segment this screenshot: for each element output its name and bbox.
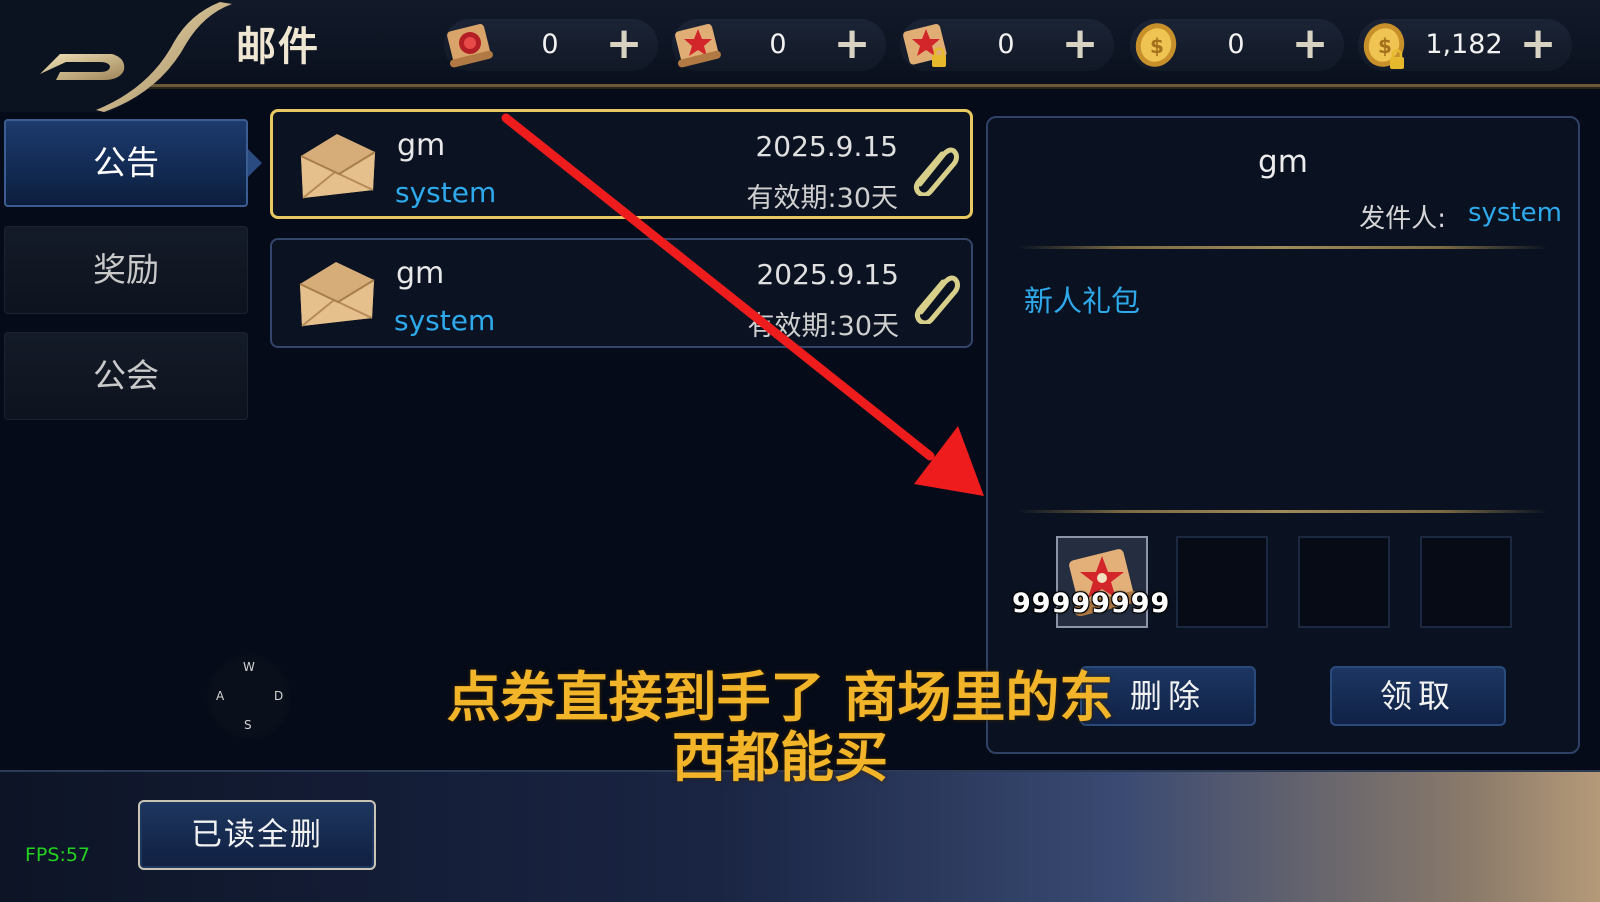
sender-name: system [1468,198,1562,228]
envelope-icon [300,134,376,199]
attachment-slot-empty [1298,536,1390,628]
gold-coin-icon: $ [1135,23,1177,67]
currency-slot-red-scroll: 0 + [444,19,658,71]
svg-text:$: $ [1150,34,1164,58]
currency-value: 0 [997,29,1015,60]
tab-guild[interactable]: 公会 [4,332,248,420]
mail-title: gm [397,128,446,163]
paperclip-icon [913,147,959,196]
currency-value: 0 [769,29,787,60]
attachment-quantity: 99999999 [1012,588,1171,619]
add-currency-button[interactable]: + [1290,21,1330,69]
caption-line: 点券直接到手了 商场里的东 [446,666,1114,729]
caption-line: 西都能买 [672,726,888,789]
locked-gold-coin-icon: $ [1363,23,1405,69]
attachment-slot-empty [1176,536,1268,628]
wasd-joystick[interactable]: W A D S [206,654,292,740]
red-scroll-coupon-icon [447,24,493,68]
mail-date: 2025.9.15 [755,130,898,163]
joystick-up-label: W [243,660,255,674]
back-button[interactable] [0,0,240,112]
currency-value: 0 [1227,29,1245,60]
claim-button[interactable]: 领取 [1330,666,1506,726]
add-currency-button[interactable]: + [1060,21,1100,69]
currency-value: 1,182 [1425,29,1503,60]
mail-expiry: 有效期:30天 [746,183,898,214]
attachment-slot-empty [1420,536,1512,628]
mail-list-item[interactable]: gm system 2025.9.15 有效期:30天 [270,238,973,348]
mail-expiry: 有效期:30天 [747,311,899,342]
add-currency-button[interactable]: + [1518,21,1558,69]
delete-all-read-button[interactable]: 已读全删 [138,800,376,870]
svg-text:$: $ [1378,34,1392,58]
paperclip-icon [914,275,960,324]
tab-rewards[interactable]: 奖励 [4,226,248,314]
joystick-down-label: S [244,718,252,732]
mail-body: 新人礼包 [1024,284,1141,318]
annotation-caption: 点券直接到手了 商场里的东 西都能买 [420,668,1140,788]
detail-title: gm [1258,144,1308,180]
joystick-right-label: D [274,689,284,703]
mail-sender: system [394,304,496,337]
currency-value: 0 [541,29,559,60]
currency-slot-gold-coin: $ 0 + [1130,19,1344,71]
tab-announcement[interactable]: 公告 [4,119,262,207]
page-title: 邮件 [236,24,320,70]
mail-list-item[interactable]: gm system 2025.9.15 有效期:30天 [270,109,973,219]
joystick-left-label: A [216,689,225,703]
locked-star-scroll-icon [903,24,947,67]
currency-slot-locked-gold-coin: $ 1,182 + [1358,19,1572,71]
mail-sender: system [395,176,497,209]
sender-label: 发件人: [1359,204,1446,234]
currency-slot-locked-star-scroll: 0 + [900,19,1114,71]
divider [1018,246,1548,249]
divider [1018,510,1548,513]
mail-title: gm [396,256,445,291]
star-scroll-coupon-icon [675,24,721,68]
fps-counter: FPS:57 [25,844,91,866]
add-currency-button[interactable]: + [604,21,644,69]
add-currency-button[interactable]: + [832,21,872,69]
envelope-icon [299,262,375,327]
mail-detail-panel: gm 发件人: system 新人礼包 99999999 删除 领取 [986,116,1580,754]
mail-date: 2025.9.15 [756,258,899,291]
currency-slot-star-scroll: 0 + [672,19,886,71]
